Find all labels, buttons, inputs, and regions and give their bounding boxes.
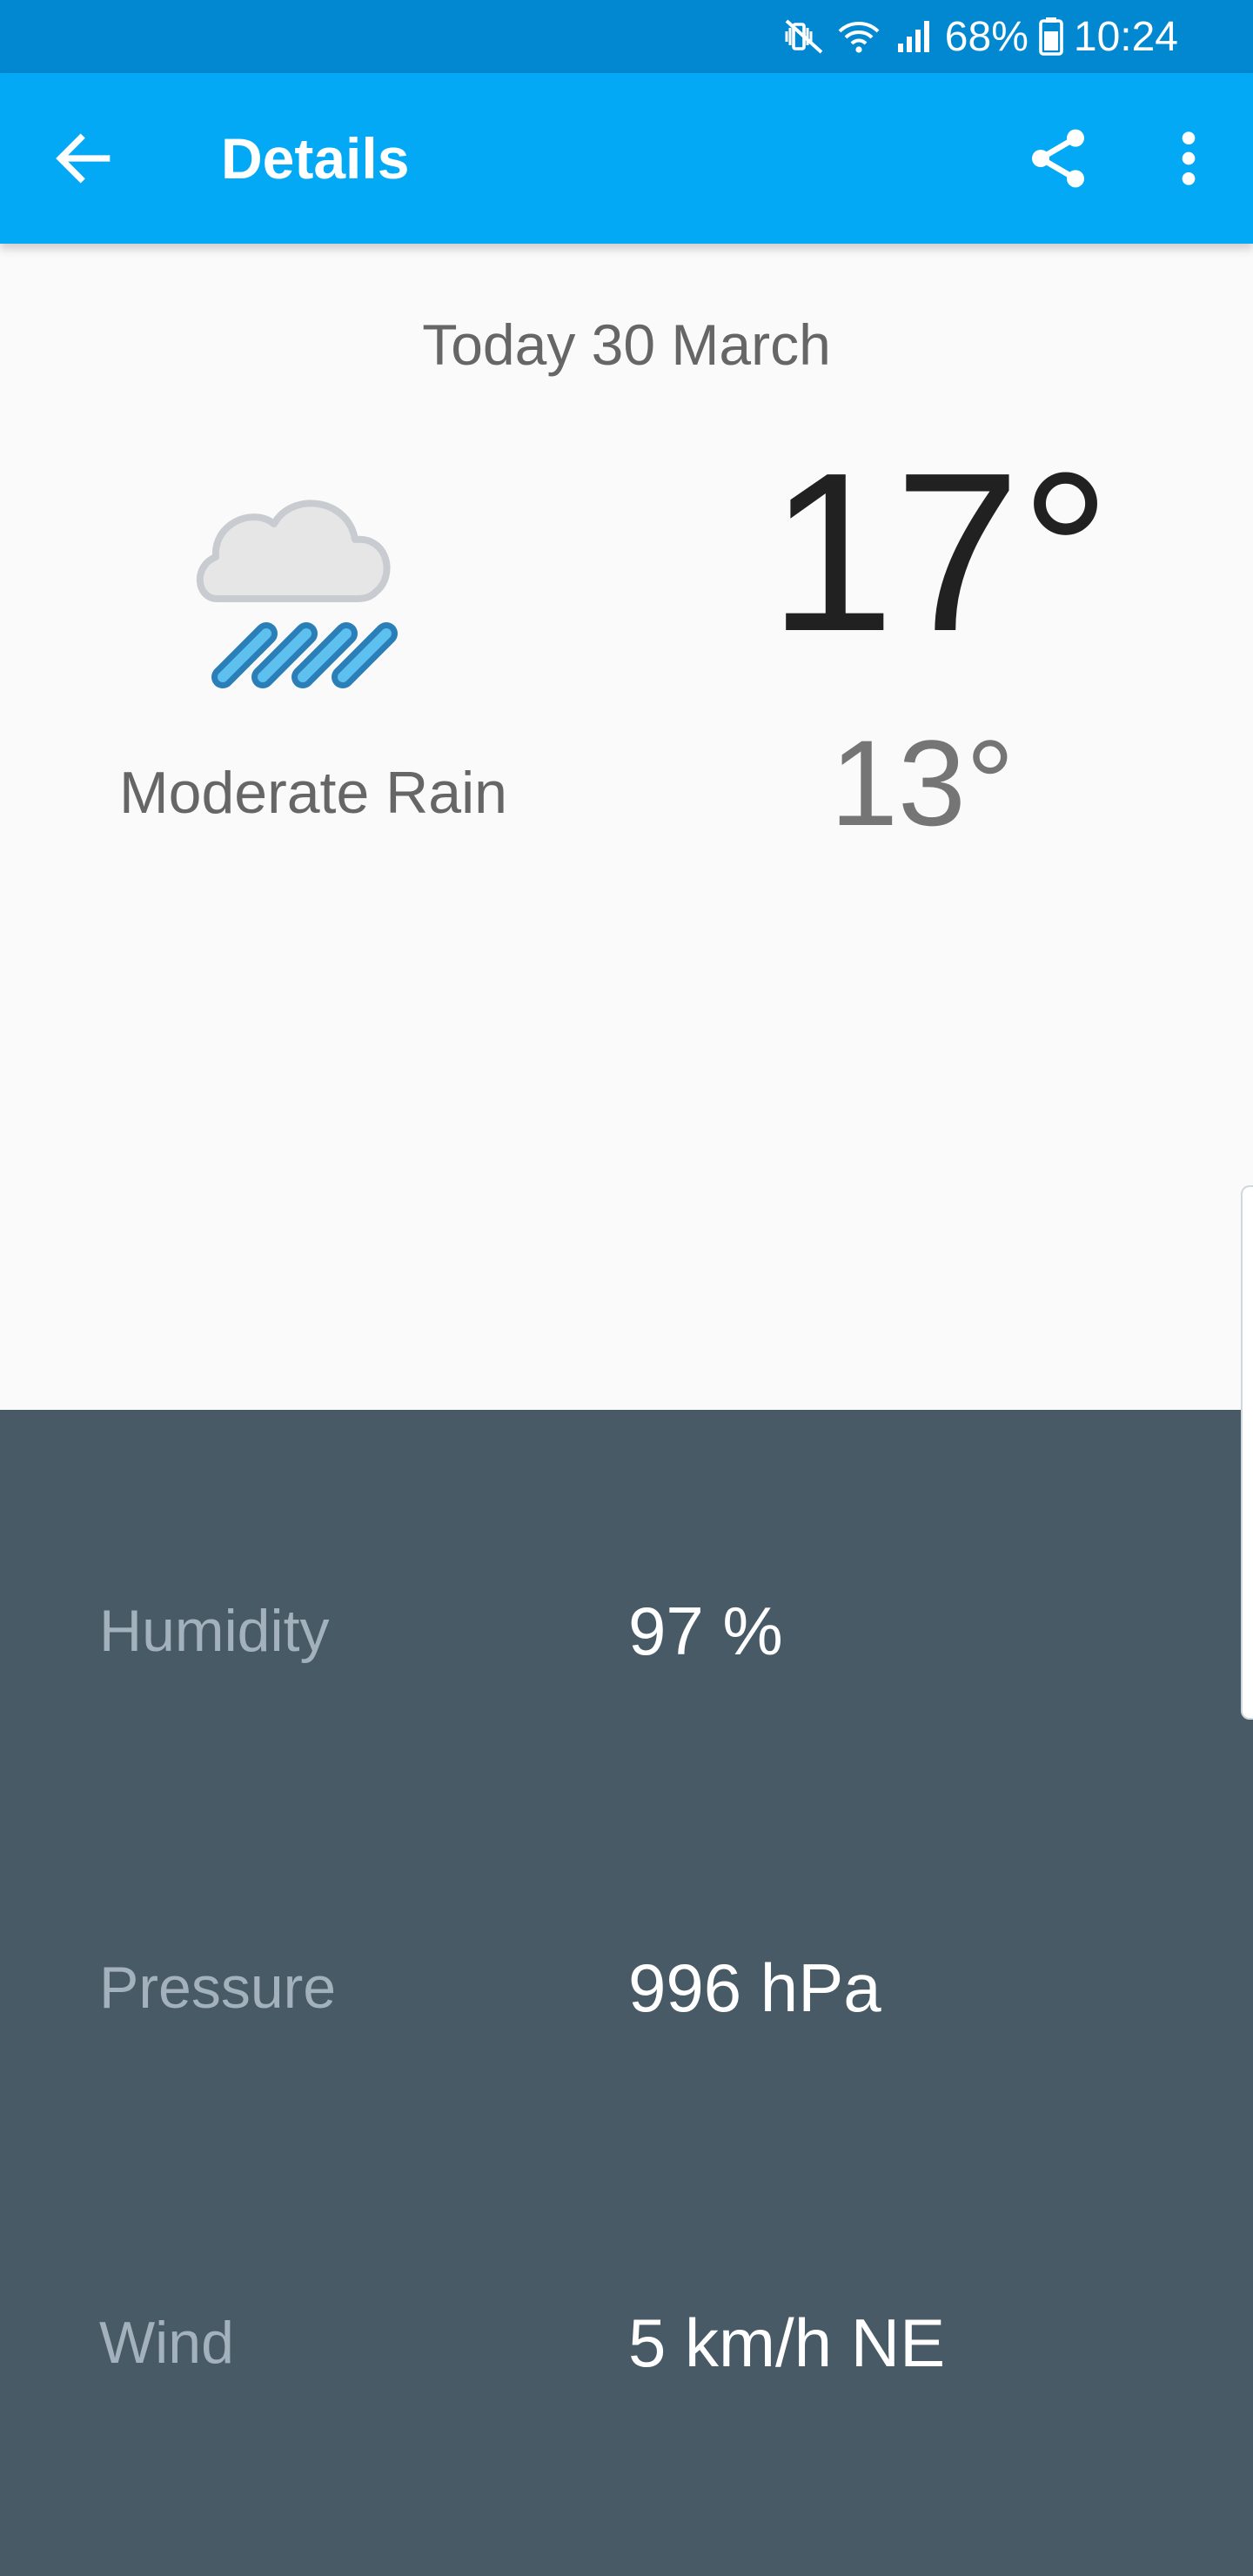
- signal-icon: [893, 16, 935, 57]
- high-temperature: 17°: [768, 426, 1111, 679]
- humidity-row: Humidity 97 %: [0, 1579, 1253, 1683]
- battery-percent: 68%: [944, 13, 1029, 60]
- back-arrow-icon: [56, 133, 111, 184]
- wind-row: Wind 5 km/h NE: [0, 2291, 1253, 2395]
- pressure-value: 996 hPa: [628, 1949, 881, 2026]
- humidity-value: 97 %: [628, 1593, 783, 1669]
- share-button[interactable]: [1023, 124, 1093, 193]
- status-time: 10:24: [1073, 13, 1178, 60]
- edge-panel-handle[interactable]: [1241, 1185, 1253, 1720]
- condition-label: Moderate Rain: [118, 760, 508, 826]
- pressure-row: Pressure 996 hPa: [0, 1935, 1253, 2040]
- battery-icon: [1039, 16, 1063, 57]
- page-title: Details: [221, 126, 410, 191]
- mute-vibrate-icon: [783, 16, 825, 57]
- pressure-label: Pressure: [99, 1955, 337, 2021]
- status-bar: 68% 10:24: [0, 0, 1253, 73]
- status-icons: 68% 10:24: [783, 0, 1178, 73]
- wind-value: 5 km/h NE: [628, 2304, 946, 2381]
- low-temperature: 13°: [830, 714, 1015, 851]
- rain-cloud-icon: [183, 444, 444, 705]
- more-options-button[interactable]: [1154, 124, 1223, 193]
- share-icon: [1032, 129, 1084, 188]
- date-label: Today 30 March: [422, 312, 831, 377]
- wifi-icon: [835, 16, 882, 57]
- wind-label: Wind: [99, 2310, 234, 2376]
- details-panel: Humidity 97 % Pressure 996 hPa Wind 5 km…: [0, 1410, 1253, 2576]
- humidity-label: Humidity: [99, 1598, 330, 1664]
- app-bar: Details: [0, 73, 1253, 244]
- back-button[interactable]: [49, 124, 118, 193]
- more-vert-icon: [1182, 131, 1196, 185]
